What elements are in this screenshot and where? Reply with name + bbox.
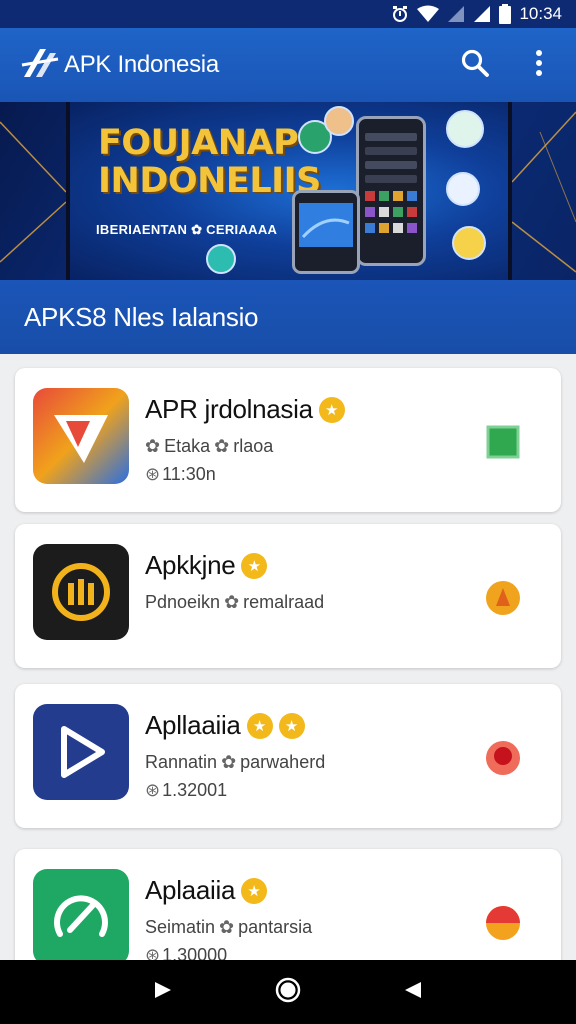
app-name: Apkkjne	[145, 550, 236, 580]
avatar-icon	[324, 106, 354, 136]
app-icon	[33, 869, 129, 965]
app-name: Aplaaiia	[145, 875, 236, 905]
app-name: Apllaaiia	[145, 710, 241, 740]
app-meta: 1.32001	[162, 780, 228, 800]
screen: 10:34 APK Indonesia FOUJANAP INDONELIIS …	[0, 0, 576, 1024]
signal-icon	[447, 5, 465, 23]
banner-tagline: IBERIAENTAN ✿ CERIAAAA	[96, 222, 278, 237]
nav-home-button[interactable]	[268, 972, 308, 1012]
promo-banner[interactable]: FOUJANAP INDONELIIS IBERIAENTAN ✿ CERIAA…	[0, 102, 576, 280]
tag-icon: ✿	[145, 436, 161, 456]
app-title: APK Indonesia	[64, 51, 219, 78]
tag-icon: ✿	[214, 436, 230, 456]
alarm-icon	[391, 5, 409, 23]
status-time: 10:34	[519, 4, 562, 23]
star-icon: ★	[318, 396, 345, 423]
section-title: APKS8 Nles Ialansio	[24, 301, 259, 332]
app-icon	[33, 388, 129, 484]
app-subcategory: parwaherd	[240, 752, 326, 772]
overflow-menu-button[interactable]	[522, 48, 556, 82]
version-icon: ⊛	[145, 464, 161, 484]
app-card[interactable]: APR jrdolnasia ★ ✿ Etaka ✿ rlaoa ⊛ 11:30…	[15, 368, 561, 512]
home-icon	[274, 976, 302, 1009]
app-category: Pdnoeikn	[145, 592, 221, 612]
app-icon	[33, 704, 129, 800]
status-square-icon	[486, 425, 520, 459]
status-bar: 10:34	[0, 0, 576, 28]
chart-icon	[446, 110, 484, 148]
app-category: Rannatin	[145, 752, 218, 772]
apk-logo-icon	[54, 415, 108, 463]
app-name: APR jrdolnasia	[145, 394, 313, 424]
search-button[interactable]	[458, 48, 492, 82]
ring-logo-icon	[52, 563, 110, 621]
app-bar: APK Indonesia	[0, 28, 576, 102]
logo-icon	[20, 43, 60, 88]
signal-icon	[473, 5, 491, 23]
map-icon	[452, 226, 486, 260]
app-logo[interactable]: APK Indonesia	[20, 43, 219, 88]
version-icon: ⊛	[145, 780, 161, 800]
app-meta: 11:30n	[162, 464, 216, 484]
app-category: Etaka	[164, 436, 211, 456]
phone-mockup-small	[292, 190, 360, 274]
star-icon: ★	[241, 552, 268, 579]
compass-icon	[446, 172, 480, 206]
status-dot-icon	[486, 906, 520, 940]
app-card[interactable]: Apllaaiia ★ ★ Rannatin ✿ parwaherd ⊛ 1.3…	[15, 684, 561, 828]
section-header: APKS8 Nles Ialansio	[0, 280, 576, 354]
status-dot-icon	[486, 741, 520, 775]
banner-headline: FOUJANAP INDONELIIS	[98, 124, 321, 200]
app-subcategory: rlaoa	[233, 436, 274, 456]
banner-headline-line-1: FOUJANAP	[98, 123, 299, 163]
search-icon	[460, 48, 490, 83]
gauge-icon	[54, 895, 108, 937]
phone-mockup-large	[356, 116, 426, 266]
app-subcategory: pantarsia	[238, 917, 313, 937]
nav-back-button[interactable]	[143, 972, 183, 1012]
star-icon: ★	[241, 877, 268, 904]
battery-icon	[499, 4, 512, 24]
tag-icon: ✿	[221, 752, 237, 772]
app-card[interactable]: Apkkjne ★ Pdnoeikn ✿ remalraad	[15, 524, 561, 668]
play-icon	[61, 726, 105, 778]
app-icon	[33, 544, 129, 640]
tag-icon: ✿	[219, 917, 235, 937]
more-vert-icon	[534, 49, 544, 82]
star-icon: ★	[246, 712, 273, 739]
banner-headline-line-2: INDONELIIS	[98, 161, 321, 201]
recents-icon	[401, 978, 425, 1007]
system-nav-bar	[0, 960, 576, 1024]
wifi-icon	[417, 5, 440, 23]
back-icon	[151, 978, 175, 1007]
game-icon	[206, 244, 236, 274]
tag-icon: ✿	[224, 592, 240, 612]
app-category: Seimatin	[145, 917, 216, 937]
app-subcategory: remalraad	[243, 592, 325, 612]
nav-recents-button[interactable]	[393, 972, 433, 1012]
star-icon: ★	[278, 712, 305, 739]
status-dot-icon	[486, 581, 520, 615]
